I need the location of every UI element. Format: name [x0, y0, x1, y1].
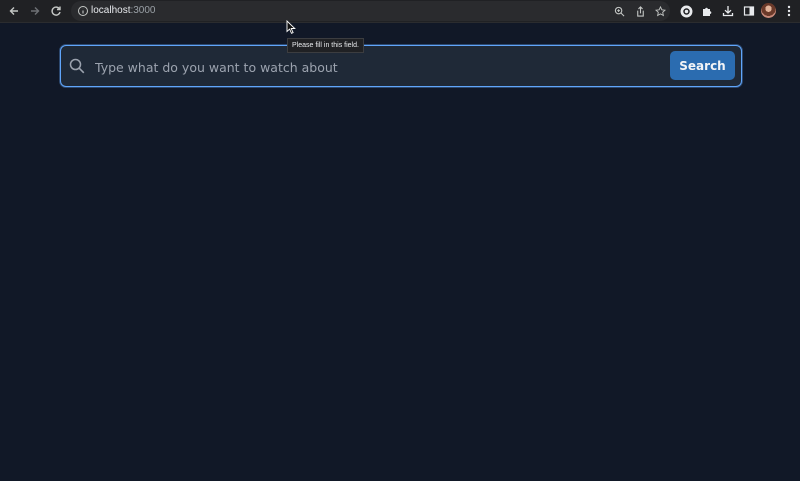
profile-avatar[interactable]	[761, 3, 776, 18]
kebab-menu-icon[interactable]	[781, 3, 797, 19]
search-bar: Search	[60, 45, 742, 87]
share-icon[interactable]	[633, 4, 647, 18]
sidepanel-icon[interactable]	[741, 3, 757, 19]
zoom-icon[interactable]	[612, 4, 626, 18]
forward-arrow-icon[interactable]	[27, 3, 43, 19]
download-icon[interactable]	[720, 3, 736, 19]
url-port: :3000	[130, 5, 156, 16]
address-bar[interactable]: localhost:3000	[71, 1, 670, 21]
search-button[interactable]: Search	[670, 51, 735, 80]
extension-app-icon[interactable]	[678, 3, 694, 19]
validation-tooltip: Please fill in this field.	[287, 38, 364, 53]
back-arrow-icon[interactable]	[6, 3, 22, 19]
site-info-icon[interactable]	[77, 5, 89, 17]
bookmark-star-icon[interactable]	[653, 4, 667, 18]
mouse-cursor-icon	[286, 20, 296, 34]
puzzle-icon[interactable]	[699, 3, 715, 19]
reload-icon[interactable]	[48, 3, 64, 19]
url-host: localhost	[91, 5, 131, 16]
search-input[interactable]	[93, 55, 667, 79]
url-text: localhost:3000	[91, 5, 156, 16]
browser-toolbar: localhost:3000	[0, 0, 800, 23]
search-icon	[69, 58, 85, 74]
